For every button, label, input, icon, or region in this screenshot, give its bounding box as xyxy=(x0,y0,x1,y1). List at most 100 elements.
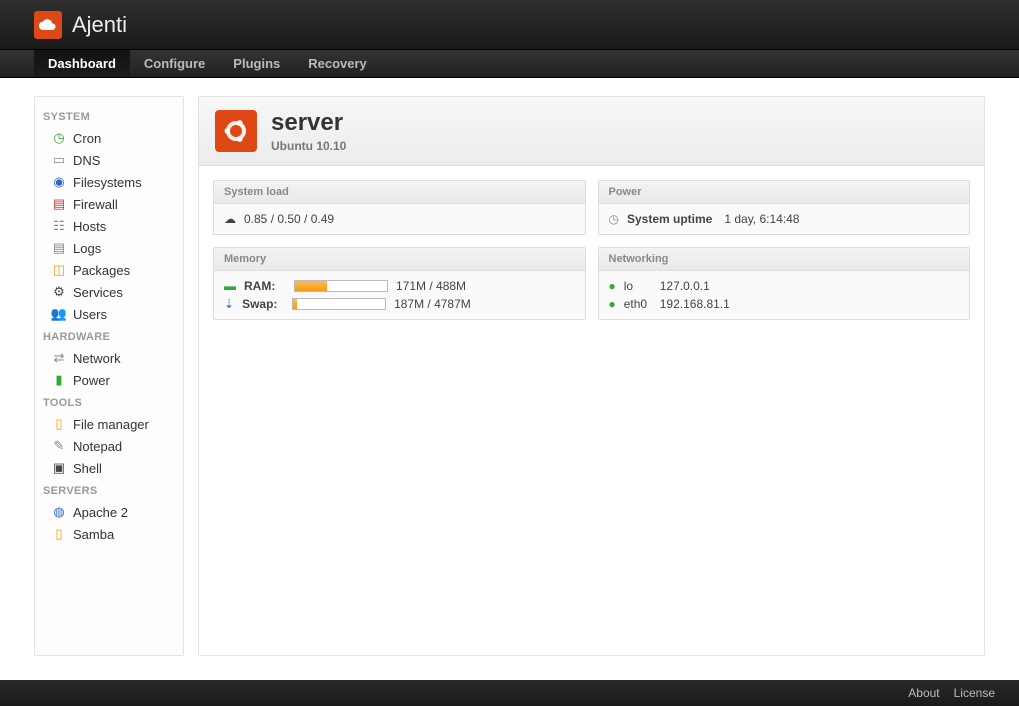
sidebar-item-apache[interactable]: ◍ Apache 2 xyxy=(41,501,177,523)
footer: About License xyxy=(0,680,1019,706)
os-logo xyxy=(215,110,257,152)
iface-up-icon: ● xyxy=(609,297,616,311)
ram-bar xyxy=(294,280,388,292)
sidebar-section-tools: TOOLS xyxy=(41,391,177,413)
notepad-icon: ✎ xyxy=(51,438,67,454)
widget-networking-title: Networking xyxy=(599,248,970,271)
ram-label: RAM: xyxy=(244,279,286,293)
footer-about[interactable]: About xyxy=(908,686,939,700)
page-subtitle: Ubuntu 10.10 xyxy=(271,139,346,153)
widget-power: Power ◷ System uptime 1 day, 6:14:48 xyxy=(598,180,971,235)
users-icon: 👥 xyxy=(51,306,67,322)
ram-icon: ▬ xyxy=(224,279,236,293)
sidebar-item-hosts[interactable]: ☷ Hosts xyxy=(41,215,177,237)
terminal-icon: ▣ xyxy=(51,460,67,476)
sidebar-item-users[interactable]: 👥 Users xyxy=(41,303,177,325)
sidebar-item-power[interactable]: ▮ Power xyxy=(41,369,177,391)
sidebar-item-label: Power xyxy=(73,373,110,388)
iface-addr: 127.0.0.1 xyxy=(660,279,710,293)
widget-memory-title: Memory xyxy=(214,248,585,271)
swap-label: Swap: xyxy=(242,297,284,311)
footer-license[interactable]: License xyxy=(954,686,995,700)
sidebar-item-shell[interactable]: ▣ Shell xyxy=(41,457,177,479)
widget-power-title: Power xyxy=(599,181,970,204)
ram-bar-fill xyxy=(295,281,327,291)
widget-load-title: System load xyxy=(214,181,585,204)
sidebar-item-label: Firewall xyxy=(73,197,118,212)
sidebar-item-label: Notepad xyxy=(73,439,122,454)
sidebar-item-filemanager[interactable]: ▯ File manager xyxy=(41,413,177,435)
clock-icon: ◷ xyxy=(51,130,67,146)
nav-plugins[interactable]: Plugins xyxy=(219,50,294,77)
battery-icon: ▮ xyxy=(51,372,67,388)
sidebar-item-label: Logs xyxy=(73,241,101,256)
iface-name: lo xyxy=(624,279,652,293)
sidebar-item-label: Cron xyxy=(73,131,101,146)
sidebar-item-notepad[interactable]: ✎ Notepad xyxy=(41,435,177,457)
sidebar-item-packages[interactable]: ◫ Packages xyxy=(41,259,177,281)
sidebar-item-logs[interactable]: ▤ Logs xyxy=(41,237,177,259)
brand-logo xyxy=(34,11,62,39)
sidebar-item-dns[interactable]: ▭ DNS xyxy=(41,149,177,171)
sidebar-item-label: Network xyxy=(73,351,121,366)
logs-icon: ▤ xyxy=(51,240,67,256)
disk-icon: ◉ xyxy=(51,174,67,190)
network-icon: ⇄ xyxy=(51,350,67,366)
sidebar-item-label: Shell xyxy=(73,461,102,476)
cloud-icon xyxy=(38,15,58,35)
sidebar-item-firewall[interactable]: ▤ Firewall xyxy=(41,193,177,215)
swap-icon: ⇣ xyxy=(224,297,234,311)
nav-dashboard[interactable]: Dashboard xyxy=(34,50,130,77)
uptime-value: 1 day, 6:14:48 xyxy=(724,212,799,226)
sidebar-item-label: Apache 2 xyxy=(73,505,128,520)
sidebar-item-label: File manager xyxy=(73,417,149,432)
load-value: 0.85 / 0.50 / 0.49 xyxy=(244,212,334,226)
package-icon: ◫ xyxy=(51,262,67,278)
navbar: Dashboard Configure Plugins Recovery xyxy=(0,50,1019,78)
nav-configure[interactable]: Configure xyxy=(130,50,219,77)
globe-icon: ◍ xyxy=(51,504,67,520)
widget-load: System load ☁ 0.85 / 0.50 / 0.49 xyxy=(213,180,586,235)
sidebar-item-label: Users xyxy=(73,307,107,322)
iface-up-icon: ● xyxy=(609,279,616,293)
swap-bar-fill xyxy=(293,299,297,309)
sidebar-item-filesystems[interactable]: ◉ Filesystems xyxy=(41,171,177,193)
iface-name: eth0 xyxy=(624,297,652,311)
sidebar-item-label: Samba xyxy=(73,527,114,542)
widget-memory: Memory ▬ RAM: 171M / 488M ⇣ Swap: 187M /… xyxy=(213,247,586,320)
topbar: Ajenti xyxy=(0,0,1019,50)
main-panel: server Ubuntu 10.10 System load ☁ 0.85 /… xyxy=(198,96,985,656)
sidebar-item-network[interactable]: ⇄ Network xyxy=(41,347,177,369)
sidebar-item-cron[interactable]: ◷ Cron xyxy=(41,127,177,149)
page-header: server Ubuntu 10.10 xyxy=(199,97,984,166)
sidebar-section-servers: SERVERS xyxy=(41,479,177,501)
ram-text: 171M / 488M xyxy=(396,279,466,293)
brand-title: Ajenti xyxy=(72,12,127,38)
swap-text: 187M / 4787M xyxy=(394,297,471,311)
widget-networking: Networking ● lo 127.0.0.1 ● eth0 192.168… xyxy=(598,247,971,320)
sidebar-item-samba[interactable]: ▯ Samba xyxy=(41,523,177,545)
swap-bar xyxy=(292,298,386,310)
sidebar-item-label: DNS xyxy=(73,153,100,168)
iface-addr: 192.168.81.1 xyxy=(660,297,730,311)
sidebar-item-label: Hosts xyxy=(73,219,106,234)
folder-icon: ▯ xyxy=(51,416,67,432)
sidebar-item-label: Packages xyxy=(73,263,130,278)
nav-recovery[interactable]: Recovery xyxy=(294,50,381,77)
gear-icon: ⚙ xyxy=(51,284,67,300)
hosts-icon: ☷ xyxy=(51,218,67,234)
ubuntu-icon xyxy=(221,116,251,146)
samba-icon: ▯ xyxy=(51,526,67,542)
page-title: server xyxy=(271,109,346,137)
sidebar-item-label: Services xyxy=(73,285,123,300)
sidebar: SYSTEM ◷ Cron ▭ DNS ◉ Filesystems ▤ Firewall… xyxy=(34,96,184,656)
sidebar-item-label: Filesystems xyxy=(73,175,142,190)
clock-icon: ◷ xyxy=(609,212,619,226)
uptime-label: System uptime xyxy=(627,212,712,226)
sidebar-section-hardware: HARDWARE xyxy=(41,325,177,347)
sidebar-item-services[interactable]: ⚙ Services xyxy=(41,281,177,303)
card-icon: ▭ xyxy=(51,152,67,168)
gauge-icon: ☁ xyxy=(224,212,236,226)
sidebar-section-system: SYSTEM xyxy=(41,105,177,127)
wall-icon: ▤ xyxy=(51,196,67,212)
